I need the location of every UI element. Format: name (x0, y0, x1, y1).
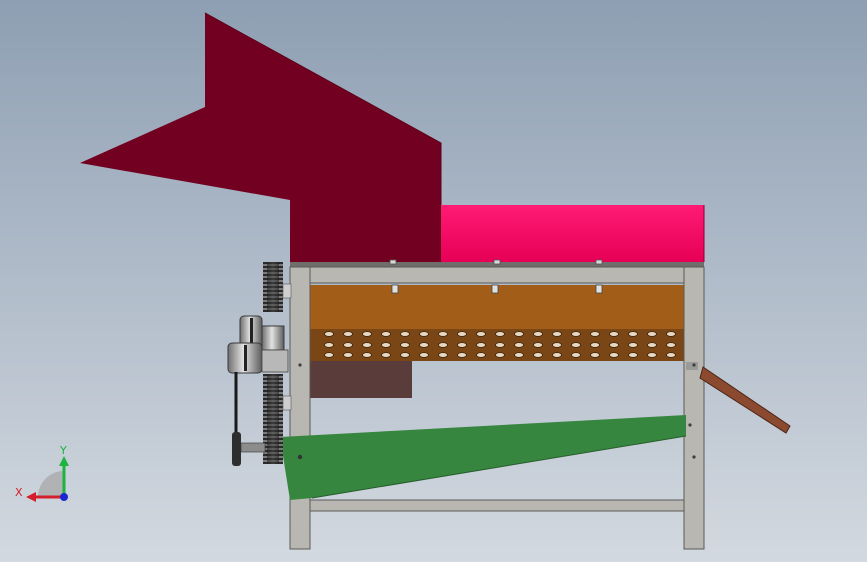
mid-pulley (261, 325, 285, 351)
crank-handle (232, 432, 241, 466)
drum-hole (628, 352, 638, 358)
tray-pivot (297, 454, 303, 460)
drum-hole (476, 342, 486, 348)
drum-hole (647, 342, 657, 348)
drum-hole (343, 331, 353, 337)
drum-hole (476, 352, 486, 358)
drum-hole (362, 342, 372, 348)
drum-hole (609, 331, 619, 337)
cad-scene: Y X (0, 0, 867, 562)
drum-hole (628, 342, 638, 348)
drum-hole (400, 352, 410, 358)
drum-hole (647, 331, 657, 337)
drum-hole (666, 352, 676, 358)
drum-hole (647, 352, 657, 358)
drum-hole (666, 331, 676, 337)
drum-hole (552, 352, 562, 358)
drum-hole (324, 342, 334, 348)
drive-hub (261, 349, 289, 373)
drum-hole (419, 342, 429, 348)
frame-top-beam (289, 266, 705, 284)
drum-hole (476, 331, 486, 337)
drum-hole (552, 331, 562, 337)
drum-hole (514, 352, 524, 358)
drum-hole (457, 342, 467, 348)
drum-hole (609, 342, 619, 348)
z-axis-origin (60, 493, 68, 501)
drum-hole (457, 331, 467, 337)
frame-leg-left (289, 266, 311, 550)
drum-hole (666, 342, 676, 348)
drum-hole (381, 331, 391, 337)
drum-hole (495, 342, 505, 348)
drum-hole (495, 331, 505, 337)
drum-hole (571, 331, 581, 337)
drum-hole (419, 331, 429, 337)
drum-hole (324, 331, 334, 337)
drum-hole (381, 342, 391, 348)
chute-bracket (686, 362, 698, 370)
drum-hole (400, 342, 410, 348)
discharge-panel (310, 361, 412, 398)
drum-hole (362, 352, 372, 358)
frame-leg-right (683, 266, 705, 550)
drum-hole (533, 352, 543, 358)
cad-viewport[interactable]: Y X (0, 0, 867, 562)
drum-hole (552, 342, 562, 348)
frame-bottom-beam (309, 499, 685, 512)
drum-hole (324, 352, 334, 358)
x-axis-label: X (15, 486, 23, 499)
drum-hole (438, 342, 448, 348)
drum-hole (438, 352, 448, 358)
y-axis-label: Y (59, 444, 67, 457)
drum-hole (514, 331, 524, 337)
drum-hole (419, 352, 429, 358)
crank-shaft (240, 442, 266, 453)
drum-hole (628, 331, 638, 337)
drum-hole (571, 352, 581, 358)
upper-shaft (282, 283, 292, 299)
drum-hole (590, 331, 600, 337)
drum-hole (457, 352, 467, 358)
drum-hole (343, 342, 353, 348)
drum-hole (438, 331, 448, 337)
drum-hole (590, 342, 600, 348)
drum-hole (514, 342, 524, 348)
drum-hole (343, 352, 353, 358)
drum-hole (400, 331, 410, 337)
top-cover (441, 205, 704, 262)
drum-hole (590, 352, 600, 358)
lower-shaft (282, 395, 292, 411)
drum-hole (533, 342, 543, 348)
drum-hole (533, 331, 543, 337)
drum-hole (495, 352, 505, 358)
drum-hole (381, 352, 391, 358)
drum-hole (609, 352, 619, 358)
drum-hole (571, 342, 581, 348)
drum-hole (362, 331, 372, 337)
